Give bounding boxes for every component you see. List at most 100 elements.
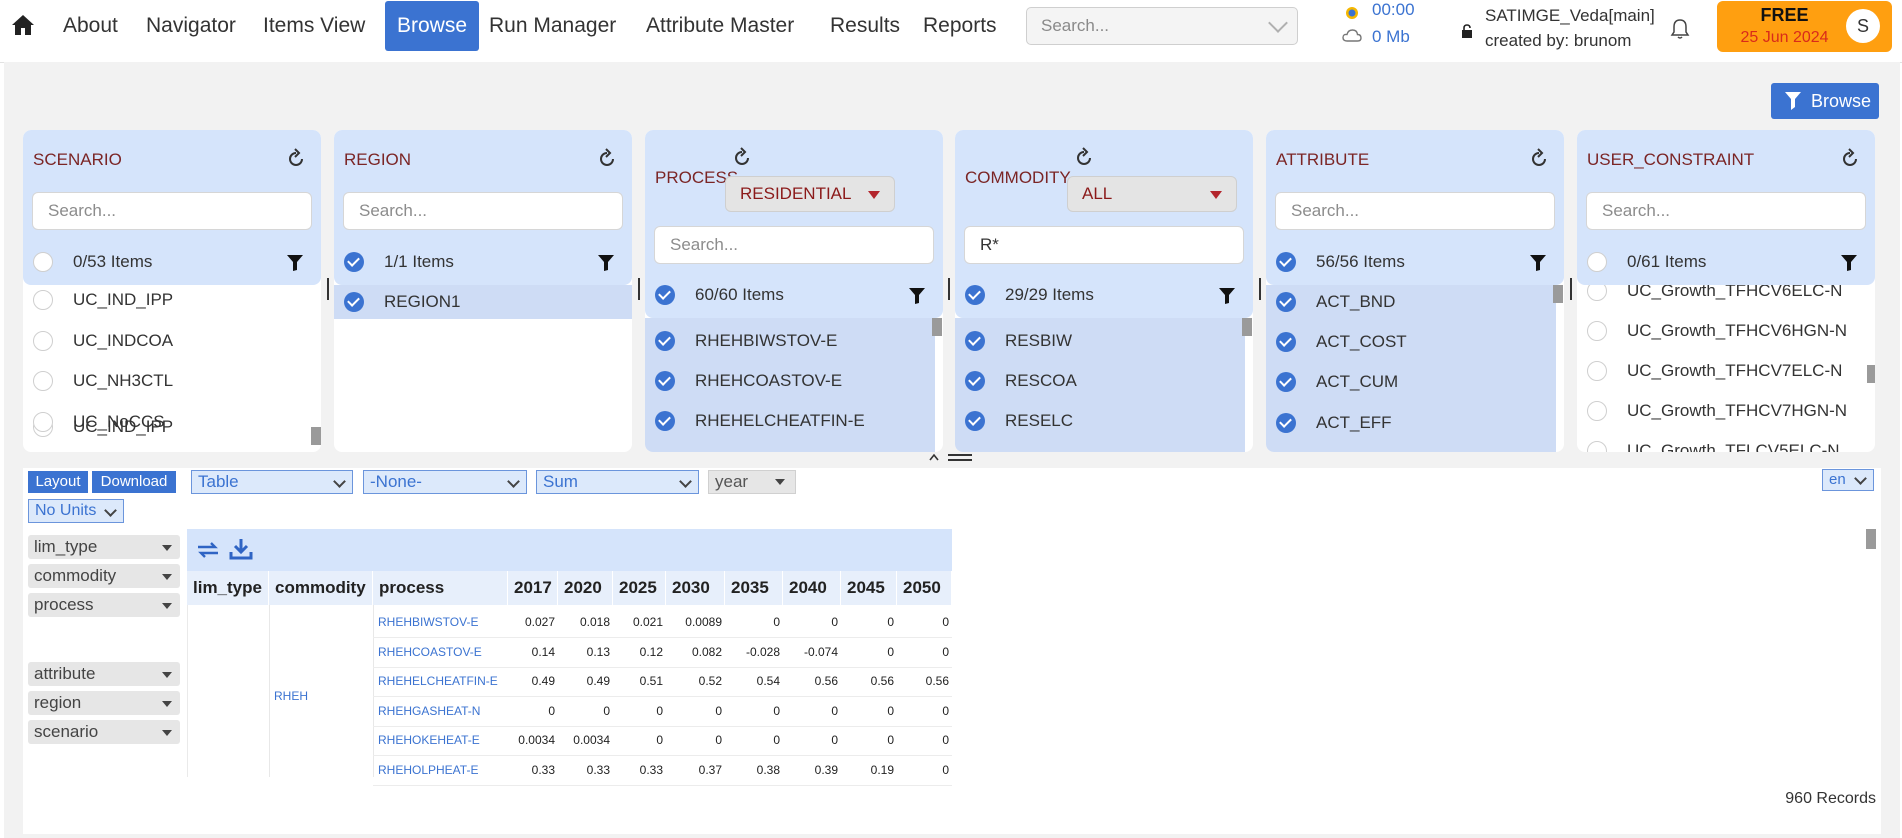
panel-splitter[interactable]: [1570, 278, 1572, 300]
checkbox[interactable]: [965, 331, 985, 351]
select-all-checkbox[interactable]: [33, 252, 53, 272]
checkbox[interactable]: [1587, 361, 1607, 381]
list-item[interactable]: UC_NH3CTL: [23, 364, 313, 398]
filter-icon[interactable]: [1841, 255, 1857, 271]
swap-axes-icon[interactable]: [195, 539, 221, 561]
list-item[interactable]: UC_Growth_TFHCV7HGN-N: [1577, 394, 1875, 428]
list-item[interactable]: ACT_EFF: [1266, 406, 1556, 440]
checkbox[interactable]: [1276, 332, 1296, 352]
nav-about[interactable]: About: [63, 0, 118, 52]
collapse-handle-icon[interactable]: [928, 452, 976, 462]
unused-dim-attribute[interactable]: attribute: [28, 662, 180, 686]
nav-browse[interactable]: Browse: [385, 1, 480, 51]
select-all-checkbox[interactable]: [1276, 252, 1296, 272]
list-item[interactable]: ACT_CUM: [1266, 365, 1556, 399]
process-type-select[interactable]: RESIDENTIAL: [725, 176, 895, 212]
column-header-2020[interactable]: 2020: [558, 571, 613, 605]
scenario-search-input[interactable]: Search...: [32, 192, 312, 230]
list-item[interactable]: RHEHELCHEATFIN-E: [645, 404, 935, 438]
filter-icon[interactable]: [598, 255, 614, 271]
bell-icon[interactable]: [1670, 18, 1690, 40]
select-all-checkbox[interactable]: [655, 285, 675, 305]
checkbox[interactable]: [33, 331, 53, 351]
nav-run-manager[interactable]: Run Manager: [489, 0, 616, 52]
column-header-commodity[interactable]: commodity: [269, 571, 373, 605]
refresh-icon[interactable]: [1073, 147, 1095, 169]
column-header-2035[interactable]: 2035: [725, 571, 783, 605]
checkbox[interactable]: [965, 411, 985, 431]
filter-icon[interactable]: [1219, 288, 1235, 304]
scrollbar[interactable]: [1866, 529, 1876, 549]
list-item[interactable]: REGION1: [334, 285, 632, 319]
refresh-icon[interactable]: [285, 148, 307, 170]
list-item[interactable]: UC_Growth_TFLCV5ELC-N: [1577, 434, 1875, 452]
refresh-icon[interactable]: [596, 148, 618, 170]
column-header-lim-type[interactable]: lim_type: [187, 571, 269, 605]
refresh-icon[interactable]: [1839, 148, 1861, 170]
panel-splitter[interactable]: [948, 278, 950, 300]
checkbox[interactable]: [1587, 401, 1607, 421]
process-search-input[interactable]: Search...: [654, 226, 934, 264]
checkbox[interactable]: [1276, 372, 1296, 392]
column-header-2025[interactable]: 2025: [613, 571, 666, 605]
select-all-checkbox[interactable]: [344, 252, 364, 272]
list-item[interactable]: RESELC: [955, 404, 1245, 438]
layout-button[interactable]: Layout: [28, 471, 88, 493]
row-dim-process[interactable]: process: [28, 593, 180, 617]
checkbox[interactable]: [33, 290, 53, 310]
select-all-checkbox[interactable]: [1587, 252, 1607, 272]
checkbox[interactable]: [1587, 321, 1607, 341]
scrollbar[interactable]: [1867, 365, 1875, 383]
checkbox[interactable]: [33, 371, 53, 391]
home-icon[interactable]: [10, 12, 36, 38]
process-cell[interactable]: RHEHOKEHEAT-E: [378, 733, 480, 747]
list-item[interactable]: UC_Growth_TFHCV7ELC-N: [1577, 354, 1875, 388]
checkbox[interactable]: [344, 292, 364, 312]
unused-dim-scenario[interactable]: scenario: [28, 720, 180, 744]
column-header-2017[interactable]: 2017: [508, 571, 558, 605]
attribute-search-input[interactable]: Search...: [1275, 192, 1555, 230]
panel-splitter[interactable]: [1259, 278, 1261, 300]
download-icon[interactable]: [229, 537, 253, 561]
value-field-select[interactable]: -None-: [363, 470, 527, 494]
process-cell[interactable]: RHEHGASHEAT-N: [378, 704, 480, 718]
process-cell[interactable]: RHEHCOASTOV-E: [378, 645, 482, 659]
column-header-2040[interactable]: 2040: [783, 571, 841, 605]
list-item[interactable]: RESCOA: [955, 364, 1245, 398]
region-search-input[interactable]: Search...: [343, 192, 623, 230]
panel-splitter[interactable]: [638, 278, 640, 300]
filter-icon[interactable]: [287, 255, 303, 271]
list-item[interactable]: ACT_BND: [1266, 285, 1556, 319]
checkbox[interactable]: [1587, 441, 1607, 452]
list-item[interactable]: UC_NoCCS: [23, 405, 313, 439]
nav-reports[interactable]: Reports: [923, 0, 997, 52]
process-cell[interactable]: RHEHOLPHEAT-E: [378, 763, 478, 777]
row-dim-lim-type[interactable]: lim_type: [28, 535, 180, 559]
list-item[interactable]: RHEHCOASTOV-E: [645, 364, 935, 398]
avatar[interactable]: S: [1846, 9, 1880, 43]
scrollbar[interactable]: [311, 427, 321, 445]
filter-icon[interactable]: [909, 288, 925, 304]
scrollbar[interactable]: [1242, 318, 1252, 336]
renderer-select[interactable]: Table: [191, 470, 353, 494]
user-constraint-search-input[interactable]: Search...: [1586, 192, 1866, 230]
checkbox[interactable]: [655, 331, 675, 351]
checkbox[interactable]: [655, 371, 675, 391]
refresh-icon[interactable]: [731, 147, 753, 169]
units-select[interactable]: No Units: [28, 499, 124, 523]
global-search-input[interactable]: Search...: [1026, 7, 1298, 45]
scrollbar[interactable]: [932, 318, 942, 336]
commodity-search-input[interactable]: R*: [964, 226, 1244, 264]
checkbox[interactable]: [33, 412, 53, 432]
process-cell[interactable]: RHEHBIWSTOV-E: [378, 615, 478, 629]
column-field-select[interactable]: year: [708, 470, 796, 494]
process-cell[interactable]: RHEHELCHEATFIN-E: [378, 674, 498, 688]
panel-splitter[interactable]: [327, 278, 329, 300]
checkbox[interactable]: [1276, 292, 1296, 312]
language-select[interactable]: en: [1822, 469, 1874, 491]
column-header-2045[interactable]: 2045: [841, 571, 897, 605]
nav-items-view[interactable]: Items View: [263, 0, 365, 52]
list-item[interactable]: UC_IND_IPP: [23, 283, 313, 317]
nav-results[interactable]: Results: [830, 0, 900, 52]
list-item[interactable]: ACT_COST: [1266, 325, 1556, 359]
